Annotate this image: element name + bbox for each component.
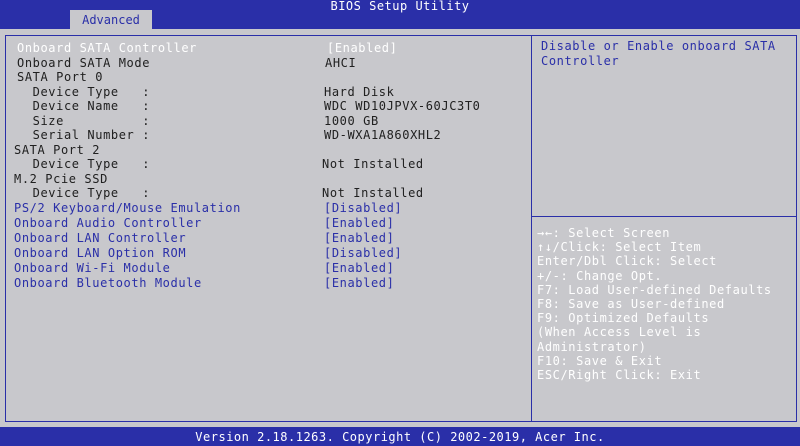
key-f7: F7: Load User-defined Defaults <box>537 282 772 297</box>
setting-label-lan-option-rom[interactable]: Onboard LAN Option ROM <box>14 246 186 260</box>
setting-value-bluetooth-module[interactable]: [Enabled] <box>324 276 394 290</box>
port0-size-label: Size : <box>17 114 151 128</box>
setting-value-wifi-module[interactable]: [Enabled] <box>324 261 394 275</box>
footer-version: Version 2.18.1263. Copyright (C) 2002-20… <box>0 427 800 446</box>
key-select-screen: →←: Select Screen <box>537 226 671 240</box>
port0-serial-label: Serial Number : <box>17 128 151 142</box>
setting-label-sata-mode: Onboard SATA Mode <box>17 56 151 70</box>
m2-device-type-value: Not Installed <box>322 186 424 200</box>
key-f9: F9: Optimized Defaults <box>537 311 710 326</box>
key-access-level-note-2: Administrator) <box>537 339 647 354</box>
setting-label-ps2-emulation[interactable]: PS/2 Keyboard/Mouse Emulation <box>14 201 241 215</box>
section-m2-pcie-ssd: M.2 Pcie SSD <box>14 172 108 186</box>
section-sata-port-2: SATA Port 2 <box>14 143 101 157</box>
port0-device-name-label: Device Name : <box>17 99 151 113</box>
key-f10: F10: Save & Exit <box>537 353 663 368</box>
key-change-opt: +/-: Change Opt. <box>537 268 663 283</box>
setting-value-lan-option-rom[interactable]: [Disabled] <box>324 246 402 260</box>
key-esc: ESC/Right Click: Exit <box>537 368 702 383</box>
help-text: Disable or Enable onboard SATA Controlle… <box>541 39 776 68</box>
port2-device-type-value: Not Installed <box>322 157 424 171</box>
setting-label-bluetooth-module[interactable]: Onboard Bluetooth Module <box>14 276 202 290</box>
key-f8: F8: Save as User-defined <box>537 297 725 312</box>
setting-value-onboard-sata-controller[interactable]: [Enabled] <box>327 41 397 55</box>
setting-label-wifi-module[interactable]: Onboard Wi-Fi Module <box>14 261 171 275</box>
key-select-item: ↑↓/Click: Select Item <box>537 240 702 255</box>
port0-device-type-value: Hard Disk <box>324 85 395 99</box>
port0-device-name-value: WDC WD10JPVX-60JC3T0 <box>324 99 481 113</box>
help-divider <box>532 216 797 217</box>
setting-label-audio-controller[interactable]: Onboard Audio Controller <box>14 216 202 230</box>
setting-label-onboard-sata-controller[interactable]: Onboard SATA Controller <box>17 41 197 55</box>
port0-device-type-label: Device Type : <box>17 85 151 99</box>
setting-value-sata-mode: AHCI <box>325 56 357 70</box>
setting-label-lan-controller[interactable]: Onboard LAN Controller <box>14 231 186 245</box>
section-sata-port-0: SATA Port 0 <box>17 70 104 84</box>
port2-device-type-label: Device Type : <box>17 157 151 171</box>
setting-value-ps2-emulation[interactable]: [Disabled] <box>324 201 402 215</box>
key-legend: →←: Select Screen ↑↓/Click: Select Item … <box>537 226 795 382</box>
tab-advanced[interactable]: Advanced <box>70 10 152 29</box>
setting-value-lan-controller[interactable]: [Enabled] <box>324 231 394 245</box>
m2-device-type-label: Device Type : <box>17 186 151 200</box>
port0-serial-value: WD-WXA1A860XHL2 <box>324 128 442 142</box>
setting-value-audio-controller[interactable]: [Enabled] <box>324 216 394 230</box>
key-select: Enter/Dbl Click: Select <box>537 254 717 269</box>
panel-divider <box>531 35 532 422</box>
key-access-level-note: (When Access Level is <box>537 325 702 340</box>
port0-size-value: 1000 GB <box>324 114 379 128</box>
